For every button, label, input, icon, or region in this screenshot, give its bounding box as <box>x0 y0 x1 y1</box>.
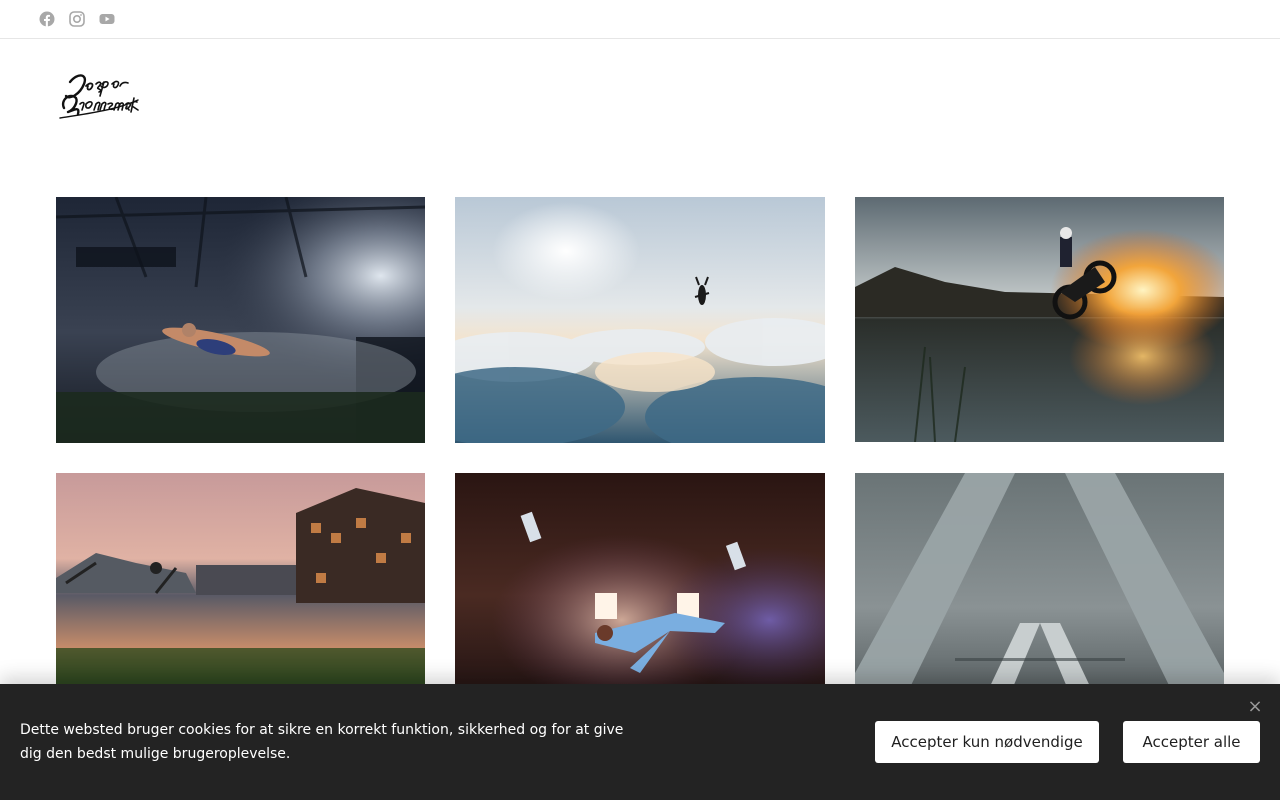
top-bar <box>0 0 1280 39</box>
gallery-item-skydiver[interactable] <box>455 197 825 443</box>
instagram-icon[interactable] <box>68 10 86 28</box>
gallery-item-motorcycle[interactable] <box>855 197 1224 442</box>
accept-all-button[interactable]: Accepter alle <box>1123 721 1260 763</box>
close-icon[interactable]: × <box>1246 698 1264 716</box>
gallery-item-bmx[interactable] <box>56 473 425 718</box>
gallery-item-swimmer[interactable] <box>56 197 425 443</box>
facebook-icon[interactable] <box>38 10 56 28</box>
accept-necessary-button[interactable]: Accepter kun nødvendige <box>875 721 1099 763</box>
gallery-item-dancer[interactable] <box>455 473 825 718</box>
cookie-message: Dette websted bruger cookies for at sikr… <box>20 722 624 762</box>
cookie-banner: Dette websted bruger cookies for at sikr… <box>0 684 1280 800</box>
youtube-icon[interactable] <box>98 10 116 28</box>
site-logo[interactable] <box>56 70 140 122</box>
gallery-item-concrete[interactable] <box>855 473 1224 718</box>
